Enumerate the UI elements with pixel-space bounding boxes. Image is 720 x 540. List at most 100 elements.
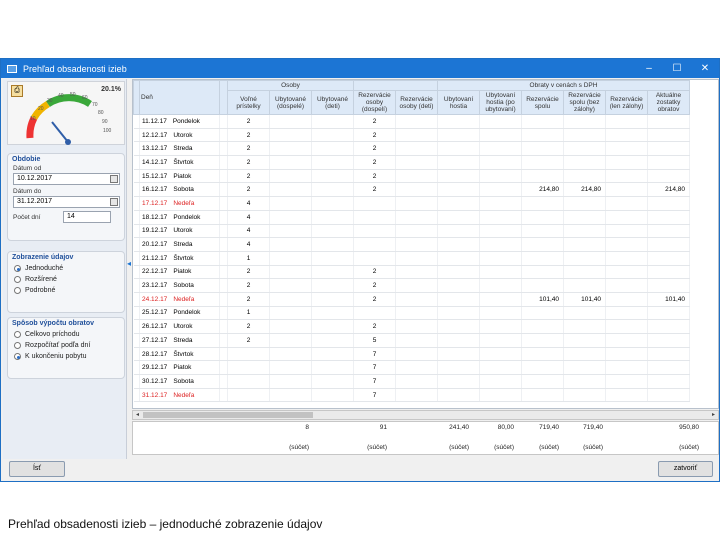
- table-row[interactable]: 23.12.17 Sobota 2 2: [133, 278, 690, 293]
- table-cell: [647, 196, 690, 211]
- gauge-percent: 20.1%: [101, 86, 121, 93]
- totals-row: 8 91 241,40 80,00 719,40 719,40 950,80 (…: [132, 421, 719, 455]
- table-row[interactable]: 28.12.17 Štvrtok 7: [133, 347, 690, 362]
- table-row[interactable]: 24.12.17 Nedeľa 2 2 101,40 101,40 101,40: [133, 292, 690, 307]
- table-cell: [479, 306, 522, 321]
- go-button[interactable]: Ísť: [9, 461, 65, 477]
- radio-per-day[interactable]: Rozpočítať podľa dní: [8, 340, 124, 351]
- table-cell: [395, 169, 438, 184]
- close-button[interactable]: zatvoriť: [658, 461, 713, 477]
- radio-extended[interactable]: Rozšírené: [8, 274, 124, 285]
- days-field[interactable]: 14: [63, 211, 111, 223]
- date-from-field[interactable]: 10.12.2017: [13, 173, 120, 185]
- table-row[interactable]: 30.12.17 Sobota 7: [133, 374, 690, 389]
- header-col[interactable]: Aktuálne zostatky obratov: [647, 90, 690, 115]
- table-row[interactable]: 16.12.17 Sobota 2 2 214,80 214,80 214,80: [133, 182, 690, 198]
- total-value: 80,00: [497, 424, 514, 431]
- period-title: Obdobie: [12, 156, 41, 163]
- table-cell: [479, 196, 522, 211]
- date-cell: 27.12.17 Streda: [139, 333, 220, 348]
- table-row[interactable]: 27.12.17 Streda 2 5: [133, 333, 690, 348]
- total-sub: (súčet): [289, 444, 309, 451]
- radio-dot[interactable]: [14, 276, 21, 283]
- radio-dot[interactable]: [14, 331, 21, 338]
- header-col[interactable]: Ubytované (deti): [311, 90, 354, 115]
- table-row[interactable]: 11.12.17 Pondelok 2 2: [133, 114, 690, 129]
- date-cell: 22.12.17 Piatok: [139, 265, 220, 280]
- table-cell: [479, 347, 522, 362]
- table-cell: [395, 155, 438, 170]
- radio-dot[interactable]: [14, 353, 21, 360]
- day-text: Utorok: [173, 323, 193, 331]
- radio-end-of-stay[interactable]: K ukončeniu pobytu: [8, 351, 124, 362]
- collapse-arrow-icon[interactable]: ◂: [127, 259, 131, 268]
- radio-dot[interactable]: [14, 287, 21, 294]
- table-cell: [605, 182, 648, 198]
- table-row[interactable]: 19.12.17 Utorok 4: [133, 224, 690, 239]
- header-day[interactable]: Deň: [139, 80, 220, 115]
- row-spacer: [219, 114, 228, 129]
- table-cell: [647, 360, 690, 376]
- table-cell: [563, 251, 606, 266]
- table-row[interactable]: 29.12.17 Piatok 7: [133, 360, 690, 376]
- header-col[interactable]: Rezervácie osoby (dospelí): [353, 90, 396, 115]
- table-cell: [311, 278, 354, 293]
- date-to-field[interactable]: 31.12.2017: [13, 196, 120, 208]
- table-row[interactable]: 12.12.17 Utorok 2 2: [133, 128, 690, 143]
- scroll-left-icon[interactable]: ◂: [133, 411, 142, 418]
- table-cell: [395, 196, 438, 211]
- total-sub: (súčet): [449, 444, 469, 451]
- table-row[interactable]: 21.12.17 Štvrtok 1: [133, 251, 690, 266]
- table-cell: [395, 141, 438, 157]
- radio-dot[interactable]: [14, 265, 21, 272]
- header-col[interactable]: Ubytovaní hostia: [437, 90, 480, 115]
- table-row[interactable]: 13.12.17 Streda 2 2: [133, 141, 690, 157]
- calendar-icon[interactable]: [110, 175, 118, 183]
- header-col[interactable]: Rezervácie spolu (bez zálohy): [563, 90, 606, 115]
- maximize-icon[interactable]: ☐: [663, 59, 691, 78]
- scroll-thumb[interactable]: [143, 412, 313, 418]
- header-col[interactable]: Ubytovaní hostia (po ubytovaní): [479, 90, 522, 115]
- radio-simple[interactable]: Jednoduché: [8, 263, 124, 274]
- scroll-right-icon[interactable]: ▸: [709, 411, 718, 418]
- table-row[interactable]: 17.12.17 Nedeľa 4: [133, 196, 690, 211]
- header-col[interactable]: Rezervácie spolu: [521, 90, 564, 115]
- radio-arrival[interactable]: Celkovo príchodu: [8, 329, 124, 340]
- calendar-icon[interactable]: [110, 198, 118, 206]
- caption: Prehľad obsadenosti izieb – jednoduché z…: [8, 517, 323, 531]
- total-value: 719,40: [539, 424, 559, 431]
- days-label: Počet dní: [13, 213, 41, 221]
- table-cell: 2: [353, 278, 396, 293]
- row-spacer: [219, 333, 228, 348]
- date-from-label: Dátum od: [13, 165, 42, 172]
- table-cell: [311, 347, 354, 362]
- table-row[interactable]: 31.12.17 Nedeľa 7: [133, 388, 690, 403]
- minimize-icon[interactable]: –: [635, 59, 663, 78]
- day-text: Utorok: [173, 227, 193, 235]
- header-col[interactable]: Rezervácie osoby (deti): [395, 90, 438, 115]
- table-cell: [563, 141, 606, 157]
- table-row[interactable]: 26.12.17 Utorok 2 2: [133, 319, 690, 334]
- close-icon[interactable]: ✕: [691, 59, 719, 78]
- radio-dot[interactable]: [14, 342, 21, 349]
- table-cell: [395, 360, 438, 376]
- header-col[interactable]: Ubytované (dospelé): [269, 90, 312, 115]
- radio-detailed[interactable]: Podrobné: [8, 285, 124, 296]
- header-col[interactable]: Voľné prístelky: [227, 90, 270, 115]
- total-value: 950,80: [679, 424, 699, 431]
- table-row[interactable]: 15.12.17 Piatok 2 2: [133, 169, 690, 184]
- total-sub: (súčet): [539, 444, 559, 451]
- table-row[interactable]: 14.12.17 Štvrtok 2 2: [133, 155, 690, 170]
- table-cell: 101,40: [563, 292, 606, 307]
- day-text: Piatok: [173, 364, 192, 372]
- table-row[interactable]: 20.12.17 Streda 4: [133, 237, 690, 252]
- date-text: 25.12.17: [142, 309, 168, 317]
- table-cell: [269, 114, 312, 129]
- table-row[interactable]: 18.12.17 Pondelok 4: [133, 210, 690, 225]
- table-row[interactable]: 25.12.17 Pondelok 1: [133, 306, 690, 321]
- table-cell: [395, 128, 438, 143]
- horizontal-scrollbar[interactable]: ◂ ▸: [132, 410, 719, 420]
- table-row[interactable]: 22.12.17 Piatok 2 2: [133, 265, 690, 280]
- row-spacer: [219, 388, 228, 403]
- header-col[interactable]: Rezervácie (len zálohy): [605, 90, 648, 115]
